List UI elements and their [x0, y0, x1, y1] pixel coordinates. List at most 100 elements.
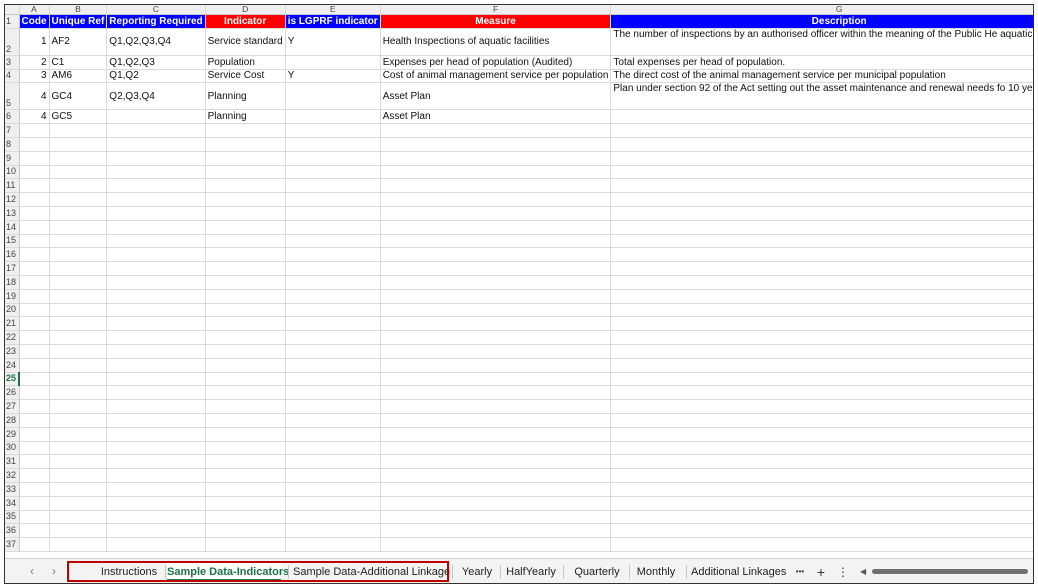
empty-cell[interactable]: [380, 261, 612, 276]
empty-cell[interactable]: [205, 413, 286, 428]
header-cell-reporting-required[interactable]: Reporting Required: [106, 14, 206, 29]
empty-cell[interactable]: [285, 123, 381, 138]
column-header-b[interactable]: B: [49, 5, 108, 15]
cell-indicator[interactable]: Service Cost: [205, 69, 286, 84]
empty-cell[interactable]: [205, 454, 286, 470]
empty-cell[interactable]: [106, 372, 206, 387]
row-header[interactable]: 14: [5, 220, 20, 235]
row-header[interactable]: 13: [5, 206, 20, 221]
empty-cell[interactable]: [19, 399, 50, 414]
empty-cell[interactable]: [106, 330, 206, 345]
empty-cell[interactable]: [610, 385, 1033, 401]
empty-cell[interactable]: [49, 468, 108, 483]
empty-cell[interactable]: [205, 330, 286, 345]
cell-description[interactable]: [610, 109, 1033, 125]
empty-cell[interactable]: [205, 192, 286, 207]
empty-cell[interactable]: [380, 358, 612, 373]
row-header[interactable]: 5: [5, 82, 20, 111]
empty-cell[interactable]: [205, 289, 286, 304]
empty-cell[interactable]: [106, 303, 206, 318]
empty-cell[interactable]: [285, 454, 381, 470]
empty-cell[interactable]: [285, 427, 381, 442]
row-header[interactable]: 9: [5, 151, 20, 166]
cell-description[interactable]: The direct cost of the animal management…: [610, 69, 1033, 84]
empty-cell[interactable]: [380, 192, 612, 207]
empty-cell[interactable]: [205, 206, 286, 221]
empty-cell[interactable]: [285, 344, 381, 359]
empty-cell[interactable]: [610, 468, 1033, 483]
empty-cell[interactable]: [380, 330, 612, 345]
empty-cell[interactable]: [19, 330, 50, 345]
row-header[interactable]: 11: [5, 178, 20, 194]
empty-cell[interactable]: [106, 537, 206, 552]
empty-cell[interactable]: [380, 510, 612, 525]
empty-cell[interactable]: [106, 247, 206, 263]
empty-cell[interactable]: [106, 427, 206, 442]
cell-indicator[interactable]: Planning: [205, 82, 286, 111]
empty-cell[interactable]: [19, 289, 50, 304]
row-header[interactable]: 23: [5, 344, 20, 359]
empty-cell[interactable]: [205, 496, 286, 511]
empty-cell[interactable]: [106, 496, 206, 511]
empty-cell[interactable]: [285, 413, 381, 428]
empty-cell[interactable]: [19, 178, 50, 194]
row-header[interactable]: 32: [5, 468, 20, 483]
row-header[interactable]: 15: [5, 234, 20, 249]
empty-cell[interactable]: [49, 220, 108, 235]
empty-cell[interactable]: [610, 275, 1033, 290]
empty-cell[interactable]: [610, 441, 1033, 456]
cell-is-lgprf[interactable]: [285, 55, 381, 70]
row-header[interactable]: 1: [5, 14, 20, 29]
empty-cell[interactable]: [205, 427, 286, 442]
empty-cell[interactable]: [380, 482, 612, 497]
empty-cell[interactable]: [205, 385, 286, 401]
row-header[interactable]: 20: [5, 303, 20, 318]
empty-cell[interactable]: [205, 523, 286, 539]
empty-cell[interactable]: [380, 303, 612, 318]
empty-cell[interactable]: [19, 206, 50, 221]
empty-cell[interactable]: [610, 137, 1033, 152]
empty-cell[interactable]: [205, 137, 286, 152]
empty-cell[interactable]: [380, 427, 612, 442]
empty-cell[interactable]: [205, 275, 286, 290]
row-header[interactable]: 6: [5, 109, 20, 125]
empty-cell[interactable]: [285, 206, 381, 221]
empty-cell[interactable]: [49, 123, 108, 138]
empty-cell[interactable]: [610, 510, 1033, 525]
empty-cell[interactable]: [380, 399, 612, 414]
empty-cell[interactable]: [610, 234, 1033, 249]
empty-cell[interactable]: [610, 261, 1033, 276]
row-header[interactable]: 34: [5, 496, 20, 511]
empty-cell[interactable]: [106, 178, 206, 194]
row-header[interactable]: 37: [5, 537, 20, 552]
empty-cell[interactable]: [285, 234, 381, 249]
empty-cell[interactable]: [106, 413, 206, 428]
empty-cell[interactable]: [380, 537, 612, 552]
row-header[interactable]: 22: [5, 330, 20, 345]
row-header[interactable]: 24: [5, 358, 20, 373]
empty-cell[interactable]: [106, 165, 206, 180]
empty-cell[interactable]: [610, 123, 1033, 138]
empty-cell[interactable]: [19, 123, 50, 138]
empty-cell[interactable]: [49, 261, 108, 276]
cell-description[interactable]: Plan under section 92 of the Act setting…: [610, 82, 1033, 111]
tab-monthly[interactable]: Monthly: [632, 563, 680, 581]
empty-cell[interactable]: [380, 137, 612, 152]
empty-cell[interactable]: [49, 151, 108, 166]
empty-cell[interactable]: [610, 454, 1033, 470]
cell-indicator[interactable]: Population: [205, 55, 286, 70]
empty-cell[interactable]: [285, 441, 381, 456]
empty-cell[interactable]: [205, 247, 286, 263]
empty-cell[interactable]: [106, 220, 206, 235]
empty-cell[interactable]: [610, 344, 1033, 359]
empty-cell[interactable]: [106, 468, 206, 483]
empty-cell[interactable]: [106, 123, 206, 138]
cell-measure[interactable]: Health Inspections of aquatic facilities: [380, 28, 612, 56]
empty-cell[interactable]: [49, 496, 108, 511]
tab-halfyearly[interactable]: HalfYearly: [505, 563, 557, 581]
empty-cell[interactable]: [205, 482, 286, 497]
row-header[interactable]: 35: [5, 510, 20, 525]
cell-unique-ref[interactable]: GC5: [49, 109, 108, 125]
cell-unique-ref[interactable]: AM6: [49, 69, 108, 84]
column-header-c[interactable]: C: [106, 5, 206, 15]
